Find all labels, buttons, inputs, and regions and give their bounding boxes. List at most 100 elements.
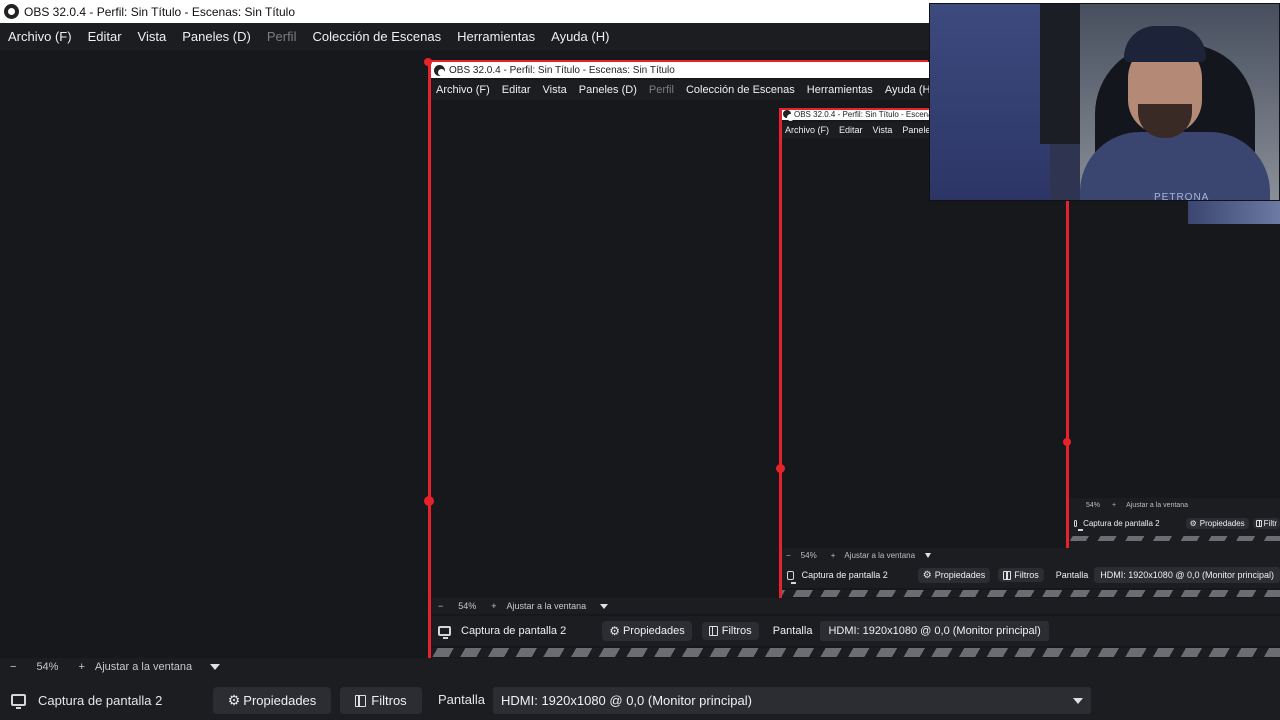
menu-coleccion-escenas[interactable]: Colección de Escenas xyxy=(304,29,449,44)
monitor-icon xyxy=(11,694,26,709)
nested2-zoom-minus: − xyxy=(786,550,791,560)
nested1-display-label: Pantalla xyxy=(772,625,813,637)
nested-capture-3: 54% + Ajustar a la ventana Captura de pa… xyxy=(1068,498,1280,548)
nested2-zoom-value: 54% xyxy=(800,550,817,560)
nested1-filters: Filtros xyxy=(701,622,759,640)
nested3-source-name: Captura de pantalla 2 xyxy=(1083,518,1160,528)
obs-logo-icon xyxy=(4,4,19,19)
nested2-hazard-strip xyxy=(780,590,1280,597)
zoom-in-button[interactable]: + xyxy=(78,661,84,673)
webcam-wall xyxy=(930,4,1050,200)
obs-logo-icon xyxy=(434,64,445,76)
selection-border xyxy=(428,60,431,658)
gear-icon: ⚙ xyxy=(609,624,620,638)
nested1-zoom-plus: + xyxy=(491,601,497,611)
menu-paneles[interactable]: Paneles (D) xyxy=(174,29,259,44)
zoom-value: 54% xyxy=(36,661,59,673)
menu-herramientas[interactable]: Herramientas xyxy=(449,29,543,44)
nested3-properties-label: Propiedades xyxy=(1199,518,1245,528)
obs-logo-icon xyxy=(783,110,794,121)
selection-border-top xyxy=(779,108,929,110)
filter-icon xyxy=(708,626,718,636)
display-select-value: HDMI: 1920x1080 @ 0,0 (Monitor principal… xyxy=(501,693,752,708)
webcam-overlay: PETRONA xyxy=(929,3,1280,201)
nested2-zoombar: − 54% + Ajustar a la ventana xyxy=(780,548,1280,562)
selection-handle xyxy=(424,496,434,506)
nested3-properties: ⚙ Propiedades xyxy=(1185,517,1249,529)
zoom-fit-label[interactable]: Ajustar a la ventana xyxy=(95,661,192,673)
menu-archivo[interactable]: Archivo (F) xyxy=(0,29,80,44)
nested1-zoom-value: 54% xyxy=(458,601,477,611)
display-label: Pantalla xyxy=(438,692,485,707)
nested3-sourcebar: Captura de pantalla 2 ⚙ Propiedades Filt… xyxy=(1068,514,1280,532)
properties-button[interactable]: ⚙ Propiedades xyxy=(213,687,331,714)
nested2-filters-label: Filtros xyxy=(1014,570,1039,580)
nested3-hazard-strip xyxy=(1068,536,1280,541)
nested2-filters: Filtros xyxy=(998,568,1044,582)
nested2-source-name: Captura de pantalla 2 xyxy=(801,570,888,580)
nested3-filters: Filtr xyxy=(1252,517,1280,529)
filters-button[interactable]: Filtros xyxy=(340,687,422,714)
zoom-out-button[interactable]: − xyxy=(10,661,16,673)
nested1-display-value: HDMI: 1920x1080 @ 0,0 (Monitor principal… xyxy=(828,625,1041,637)
filter-icon xyxy=(355,694,367,707)
nested1-zoombar: − 54% + Ajustar a la ventana xyxy=(430,598,1280,614)
selection-handle xyxy=(1063,438,1071,446)
nested-menu-archivo: Archivo (F) xyxy=(436,84,490,96)
source-toolbar: Captura de pantalla 2 ⚙ Propiedades Filt… xyxy=(0,680,1280,720)
filter-icon xyxy=(1003,570,1012,580)
nested1-hazard-strip xyxy=(430,648,1280,657)
nested-menu-vista: Vista xyxy=(542,84,567,96)
window-title: OBS 32.0.4 - Perfil: Sin Título - Escena… xyxy=(24,4,296,19)
chevron-down-icon[interactable] xyxy=(210,664,221,670)
nested2-menu-editar: Editar xyxy=(839,125,863,135)
display-select[interactable]: HDMI: 1920x1080 @ 0,0 (Monitor principal… xyxy=(493,687,1091,714)
selection-handle xyxy=(424,58,432,66)
zoom-bar: − 54% + Ajustar a la ventana xyxy=(0,658,1280,676)
selection-border-top xyxy=(428,60,928,62)
menu-vista[interactable]: Vista xyxy=(130,29,175,44)
nested2-zoom-plus: + xyxy=(830,550,836,560)
filter-icon xyxy=(1255,519,1262,527)
selection-border xyxy=(779,108,782,598)
nested2-sourcebar: Captura de pantalla 2 ⚙ Propiedades Filt… xyxy=(780,562,1280,588)
selection-handle xyxy=(776,464,785,473)
nested3-zoombar: 54% + Ajustar a la ventana xyxy=(1068,500,1188,510)
nested1-zoom-fit: Ajustar a la ventana xyxy=(506,601,587,611)
nested2-display-label: Pantalla xyxy=(1055,570,1089,580)
nested3-zoom-value: 54% xyxy=(1086,501,1101,509)
nested2-zoom-fit: Ajustar a la ventana xyxy=(844,550,916,560)
nested1-filters-label: Filtros xyxy=(721,625,752,637)
menu-ayuda[interactable]: Ayuda (H) xyxy=(543,29,617,44)
nested1-zoom-minus: − xyxy=(438,601,444,611)
nested-menu-herramientas: Herramientas xyxy=(806,84,873,96)
nested2-display-combo: HDMI: 1920x1080 @ 0,0 (Monitor principal… xyxy=(1094,567,1280,583)
webcam-shirt-text: PETRONA xyxy=(1154,192,1210,201)
properties-label: Propiedades xyxy=(243,693,317,708)
menu-editar[interactable]: Editar xyxy=(80,29,130,44)
gear-icon: ⚙ xyxy=(227,692,241,708)
nested-menu-coleccion: Colección de Escenas xyxy=(685,84,795,96)
nested1-display-combo: HDMI: 1920x1080 @ 0,0 (Monitor principal… xyxy=(820,621,1049,641)
nested1-properties-label: Propiedades xyxy=(622,625,685,637)
nested3-filters-label: Filtr xyxy=(1263,518,1277,528)
nested2-menu-archivo: Archivo (F) xyxy=(785,125,830,135)
nested1-sourcebar: Captura de pantalla 2 ⚙ Propiedades Filt… xyxy=(430,616,1280,646)
webcam-door xyxy=(1040,4,1080,144)
webcam-shirt xyxy=(1080,132,1270,200)
menu-perfil: Perfil xyxy=(266,29,297,44)
nested-menu-editar: Editar xyxy=(501,84,531,96)
nested2-display-value: HDMI: 1920x1080 @ 0,0 (Monitor principal… xyxy=(1100,570,1274,580)
chevron-down-icon xyxy=(600,603,609,609)
nested-title-1: OBS 32.0.4 - Perfil: Sin Título - Escena… xyxy=(449,64,675,76)
gear-icon: ⚙ xyxy=(1189,518,1197,528)
nested1-properties: ⚙ Propiedades xyxy=(602,621,692,641)
nested1-source-name: Captura de pantalla 2 xyxy=(461,625,567,637)
nested3-zoom-plus: + xyxy=(1112,501,1117,509)
chevron-down-icon xyxy=(1073,698,1083,704)
monitor-icon xyxy=(787,570,796,584)
nested2-menu-vista: Vista xyxy=(872,125,893,135)
nested2-properties-label: Propiedades xyxy=(934,570,986,580)
source-name: Captura de pantalla 2 xyxy=(38,692,163,708)
chevron-down-icon xyxy=(925,552,932,558)
